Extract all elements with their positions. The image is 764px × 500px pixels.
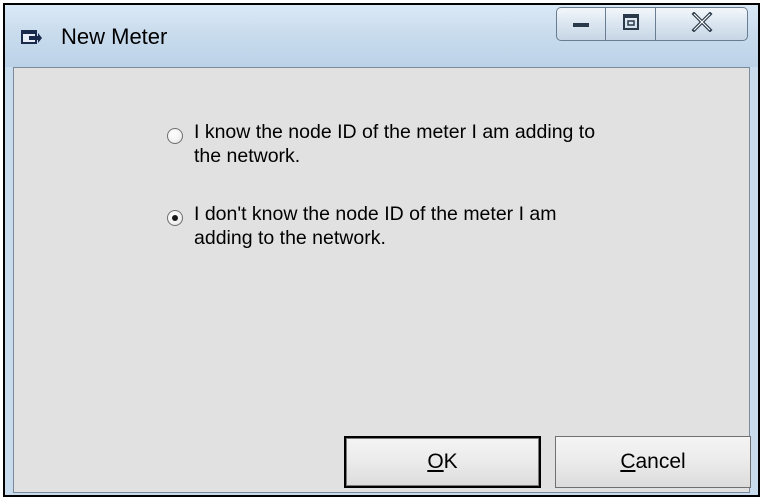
cancel-label-rest: ancel bbox=[635, 450, 686, 473]
minimize-icon bbox=[570, 15, 592, 34]
dialog-body: I know the node ID of the meter I am add… bbox=[13, 67, 751, 493]
title-bar[interactable]: New Meter bbox=[5, 5, 758, 67]
minimize-button[interactable] bbox=[556, 7, 606, 41]
radio-dont-know-node-id[interactable] bbox=[167, 210, 183, 226]
ok-label-rest: K bbox=[443, 450, 458, 473]
radio-know-node-id[interactable] bbox=[167, 128, 183, 144]
option-label-line: I don't know the node ID of the meter I … bbox=[194, 203, 557, 225]
maximize-icon bbox=[621, 13, 641, 36]
ok-mnemonic: O bbox=[427, 450, 444, 473]
window-app-icon[interactable] bbox=[21, 27, 43, 47]
option-dont-know-node-id[interactable]: I don't know the node ID of the meter I … bbox=[167, 202, 664, 250]
option-label-line: adding to the network. bbox=[194, 227, 386, 249]
cancel-button[interactable]: Cancel bbox=[555, 436, 751, 488]
option-label-line: I know the node ID of the meter I am add… bbox=[194, 121, 596, 143]
maximize-button[interactable] bbox=[606, 7, 656, 41]
dialog-window: New Meter I know the node ID of the mete… bbox=[3, 3, 760, 497]
cancel-mnemonic: C bbox=[620, 450, 636, 473]
close-icon bbox=[690, 11, 714, 37]
option-label-line: the network. bbox=[194, 145, 301, 167]
option-know-node-id-label[interactable]: I know the node ID of the meter I am add… bbox=[194, 120, 664, 168]
option-know-node-id[interactable]: I know the node ID of the meter I am add… bbox=[167, 120, 664, 168]
option-dont-know-node-id-label[interactable]: I don't know the node ID of the meter I … bbox=[194, 202, 664, 250]
close-button[interactable] bbox=[656, 7, 748, 41]
ok-button[interactable]: OK bbox=[344, 436, 541, 488]
window-title: New Meter bbox=[61, 24, 168, 49]
radio-selected-dot bbox=[172, 215, 178, 221]
